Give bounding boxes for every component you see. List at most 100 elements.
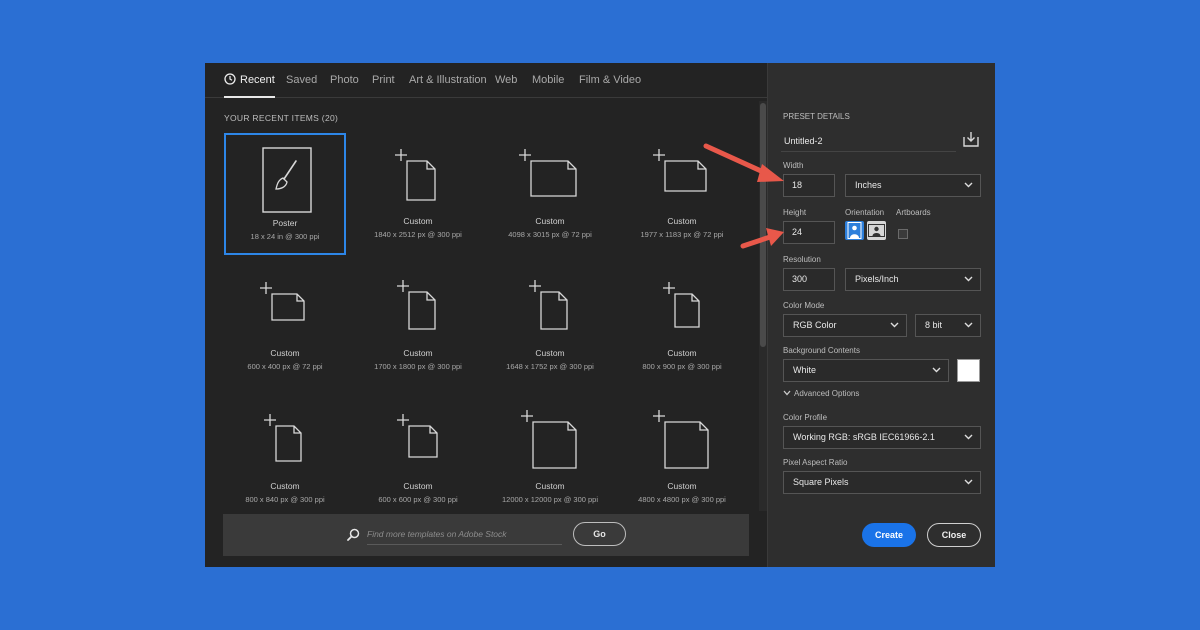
- recent-item[interactable]: Custom 800 x 900 px @ 300 ppi: [621, 266, 743, 388]
- recent-items-heading: YOUR RECENT ITEMS (20): [224, 113, 339, 123]
- bit-depth-dropdown[interactable]: 8 bit: [915, 314, 981, 337]
- preset-category-tabs: Recent Saved Photo Print Art & Illustrat…: [205, 63, 767, 98]
- recent-item-size: 4098 x 3015 px @ 72 ppi: [508, 230, 592, 239]
- recent-item-name: Custom: [535, 348, 565, 358]
- recent-item-name: Custom: [535, 481, 565, 491]
- artboards-checkbox[interactable]: [898, 229, 908, 239]
- width-input[interactable]: 18: [783, 174, 835, 197]
- recent-item-size: 1840 x 2512 px @ 300 ppi: [374, 230, 462, 239]
- tab-web-label: Web: [495, 74, 518, 86]
- recent-item-size: 1700 x 1800 px @ 300 ppi: [374, 362, 462, 371]
- portrait-document-icon: [529, 280, 568, 330]
- chevron-down-icon: [964, 434, 973, 440]
- tab-art-illustration-label: Art & Illustration: [409, 74, 487, 86]
- preset-details-heading: PRESET DETAILS: [783, 112, 850, 121]
- tab-saved-label: Saved: [286, 74, 318, 86]
- recent-item[interactable]: Custom 600 x 600 px @ 300 ppi: [357, 398, 479, 520]
- tab-photo[interactable]: Photo: [330, 63, 359, 98]
- tab-recent[interactable]: Recent: [224, 63, 275, 98]
- tab-film-video-label: Film & Video: [579, 74, 642, 86]
- recent-item-name: Custom: [403, 348, 433, 358]
- recent-item-size: 800 x 900 px @ 300 ppi: [642, 362, 722, 371]
- resolution-unit-value: Pixels/Inch: [855, 274, 899, 284]
- width-unit-value: Inches: [855, 180, 882, 190]
- recent-item-name: Custom: [403, 216, 433, 226]
- create-button[interactable]: Create: [862, 523, 916, 547]
- recent-items-panel: YOUR RECENT ITEMS (20) Poster 18 x 24 in…: [205, 98, 767, 567]
- portrait-document-icon: [395, 149, 436, 201]
- recent-item[interactable]: Custom 1648 x 1752 px @ 300 ppi: [489, 266, 611, 388]
- tab-art-illustration[interactable]: Art & Illustration: [409, 63, 487, 98]
- color-mode-value: RGB Color: [793, 320, 837, 330]
- chevron-down-icon: [964, 479, 973, 485]
- tab-photo-label: Photo: [330, 74, 359, 86]
- portrait-document-icon: [264, 414, 302, 462]
- height-label: Height: [783, 208, 807, 217]
- recent-item-size: 600 x 600 px @ 300 ppi: [378, 495, 458, 504]
- tab-mobile[interactable]: Mobile: [532, 63, 564, 98]
- pixel-aspect-ratio-label: Pixel Aspect Ratio: [783, 458, 848, 467]
- tab-print-label: Print: [372, 74, 395, 86]
- chevron-down-icon: [783, 390, 791, 396]
- square-document-icon: [653, 410, 709, 469]
- recent-item[interactable]: Custom 1840 x 2512 px @ 300 ppi: [357, 133, 479, 255]
- recent-item[interactable]: Custom 4800 x 4800 px @ 300 ppi: [621, 398, 743, 520]
- resolution-unit-dropdown[interactable]: Pixels/Inch: [845, 268, 981, 291]
- height-input[interactable]: 24: [783, 221, 835, 244]
- tab-print[interactable]: Print: [372, 63, 395, 98]
- bit-depth-value: 8 bit: [925, 320, 943, 330]
- orientation-label: Orientation: [845, 208, 885, 217]
- color-profile-value: Working RGB: sRGB IEC61966-2.1: [793, 432, 935, 442]
- tab-mobile-label: Mobile: [532, 74, 565, 86]
- recent-item-size: 800 x 840 px @ 300 ppi: [245, 495, 325, 504]
- recent-item-size: 1648 x 1752 px @ 300 ppi: [506, 362, 594, 371]
- portrait-document-icon: [663, 282, 700, 328]
- save-preset-icon[interactable]: [963, 131, 979, 147]
- chevron-down-icon: [964, 276, 973, 282]
- advanced-options-toggle[interactable]: Advanced Options: [783, 389, 859, 398]
- chevron-down-icon: [964, 322, 973, 328]
- recent-item[interactable]: Custom 4098 x 3015 px @ 72 ppi: [489, 133, 611, 255]
- recent-item-name: Custom: [403, 481, 433, 491]
- portrait-person-icon: [847, 222, 862, 239]
- recent-item-name: Custom: [667, 481, 697, 491]
- recent-item-size: 18 x 24 in @ 300 ppi: [250, 232, 320, 241]
- document-name-field[interactable]: Untitled-2: [781, 130, 956, 152]
- recent-item-size: 600 x 400 px @ 72 ppi: [247, 362, 323, 371]
- color-mode-label: Color Mode: [783, 301, 825, 310]
- landscape-person-icon: [868, 224, 885, 237]
- background-contents-dropdown[interactable]: White: [783, 359, 949, 382]
- recent-item[interactable]: Custom 12000 x 12000 px @ 300 ppi: [489, 398, 611, 520]
- recent-item-name: Custom: [270, 348, 300, 358]
- clock-icon: [224, 73, 236, 85]
- paintbrush-document-icon: [262, 147, 312, 213]
- recent-item[interactable]: Custom 600 x 400 px @ 72 ppi: [224, 266, 346, 388]
- resolution-label: Resolution: [783, 255, 821, 264]
- landscape-document-icon: [519, 149, 577, 197]
- annotation-arrow-height: [740, 228, 784, 249]
- tab-film-video[interactable]: Film & Video: [579, 63, 641, 98]
- recent-item[interactable]: Custom 800 x 840 px @ 300 ppi: [224, 398, 346, 520]
- tab-saved[interactable]: Saved: [286, 63, 317, 98]
- orientation-portrait-button[interactable]: [845, 221, 864, 240]
- color-profile-dropdown[interactable]: Working RGB: sRGB IEC61966-2.1: [783, 426, 981, 449]
- pixel-aspect-ratio-dropdown[interactable]: Square Pixels: [783, 471, 981, 494]
- portrait-document-icon: [397, 280, 436, 330]
- color-mode-dropdown[interactable]: RGB Color: [783, 314, 907, 337]
- orientation-landscape-button[interactable]: [867, 221, 886, 240]
- advanced-options-label: Advanced Options: [794, 389, 860, 398]
- tab-web[interactable]: Web: [495, 63, 517, 98]
- go-button[interactable]: Go: [573, 522, 626, 546]
- recent-item-name: Custom: [535, 216, 565, 226]
- recent-item-poster[interactable]: Poster 18 x 24 in @ 300 ppi: [224, 133, 346, 255]
- chevron-down-icon: [890, 322, 899, 328]
- chevron-down-icon: [932, 367, 941, 373]
- stock-search-input[interactable]: [367, 523, 562, 545]
- recent-item[interactable]: Custom 1700 x 1800 px @ 300 ppi: [357, 266, 479, 388]
- recent-item-name: Poster: [272, 218, 298, 228]
- chevron-down-icon: [964, 182, 973, 188]
- width-unit-dropdown[interactable]: Inches: [845, 174, 981, 197]
- background-color-swatch[interactable]: [957, 359, 980, 382]
- close-button[interactable]: Close: [927, 523, 981, 547]
- resolution-input[interactable]: 300: [783, 268, 835, 291]
